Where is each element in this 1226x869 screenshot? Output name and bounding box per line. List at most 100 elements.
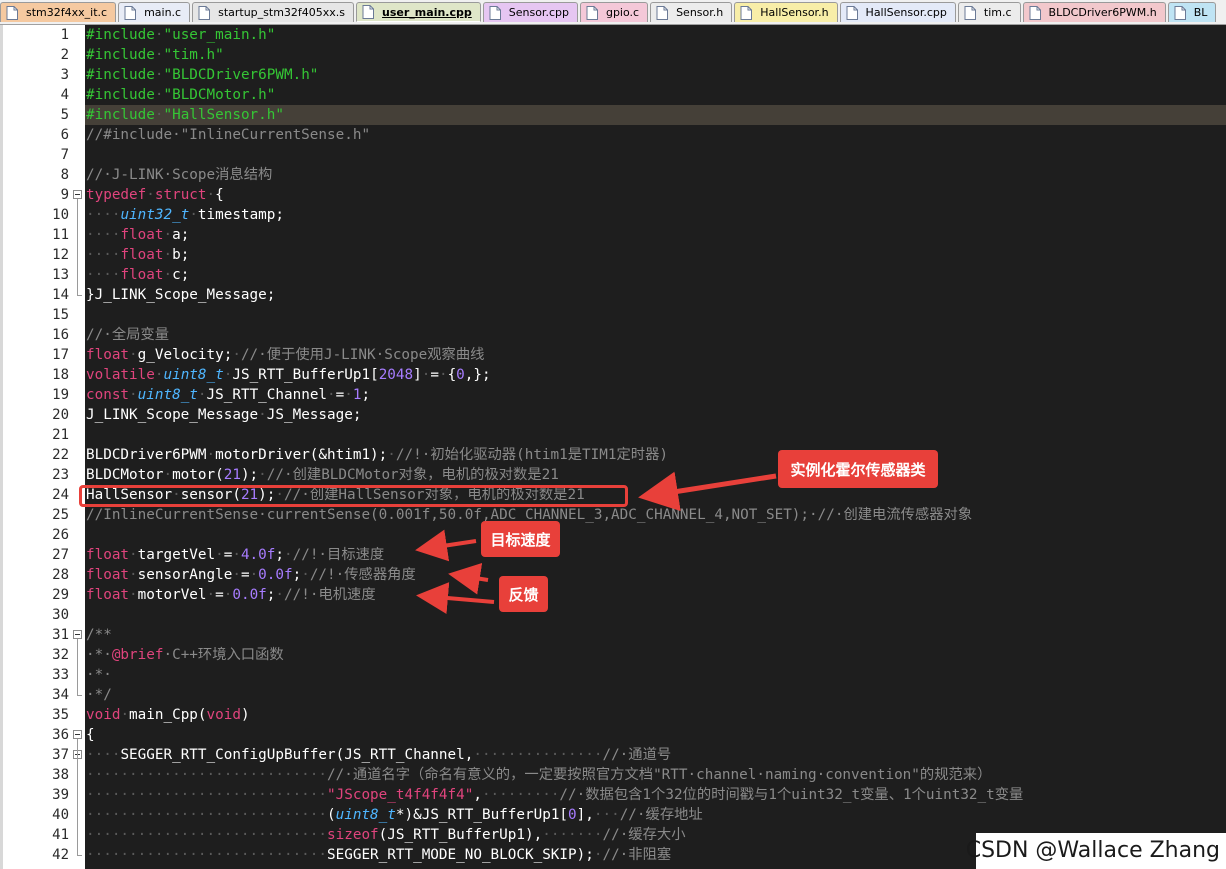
code-token: "tim.h"	[163, 47, 224, 63]
code-token: motorVel	[137, 587, 207, 603]
tab-tim-c[interactable]: tim.c	[957, 2, 1021, 22]
tab-label: Sensor.cpp	[508, 6, 569, 19]
line-text: ····float·b;	[86, 245, 189, 265]
code-line[interactable]: 34 ·*/	[0, 685, 1226, 705]
tab-startup-stm32f405xx-s[interactable]: startup_stm32f405xx.s	[192, 2, 355, 22]
line-number: 38	[52, 767, 69, 783]
code-token: JS_Message;	[266, 407, 362, 423]
line-text: #include·"user_main.h"	[86, 25, 275, 45]
tab-hallsensor-cpp[interactable]: HallSensor.cpp	[839, 2, 956, 22]
tab-main-c[interactable]: main.c	[118, 2, 191, 22]
code-line[interactable]: 6 //#include·"InlineCurrentSense.h"	[0, 125, 1226, 145]
code-token: ····························	[86, 807, 328, 823]
tab-bl[interactable]: BL	[1167, 2, 1217, 22]
code-token: ·*·	[86, 647, 112, 663]
code-token: targetVel	[137, 547, 216, 563]
code-token: {	[86, 727, 95, 743]
code-line[interactable]: 29 float·motorVel·=·0.0f;·//!·电机速度	[0, 585, 1226, 605]
code-line[interactable]: 27 float·targetVel·=·4.0f;·//!·目标速度	[0, 545, 1226, 565]
code-line[interactable]: 10 ····uint32_t·timestamp;	[0, 205, 1226, 225]
code-line[interactable]: 33 ·*·	[0, 665, 1226, 685]
code-line[interactable]: 15	[0, 305, 1226, 325]
code-token: SEGGER_RTT_ConfigUpBuffer(JS_RTT_Channel…	[120, 747, 474, 763]
code-line[interactable]: 3 #include·"BLDCDriver6PWM.h"	[0, 65, 1226, 85]
code-token: //!·电机速度	[284, 587, 376, 603]
line-number: 8	[60, 167, 69, 183]
code-token: typedef	[86, 187, 147, 203]
code-line[interactable]: 22 BLDCDriver6PWM·motorDriver(&htim1);·//…	[0, 445, 1226, 465]
code-line[interactable]: 31 /**	[0, 625, 1226, 645]
code-line[interactable]: 12 ····float·b;	[0, 245, 1226, 265]
code-line[interactable]: 35 void·main_Cpp(void)	[0, 705, 1226, 725]
code-line[interactable]: 32 ·*·@brief·C++环境入口函数	[0, 645, 1226, 665]
code-line[interactable]: 8 //·J-LINK·Scope消息结构	[0, 165, 1226, 185]
code-line[interactable]: 11 ····float·a;	[0, 225, 1226, 245]
code-line[interactable]: 26	[0, 525, 1226, 545]
tab-sensor-cpp[interactable]: Sensor.cpp	[482, 2, 578, 22]
code-token: "BLDCMotor.h"	[163, 87, 276, 103]
code-line[interactable]: 16 //·全局变量	[0, 325, 1226, 345]
line-number: 1	[60, 27, 69, 43]
tab-label: user_main.cpp	[382, 5, 472, 19]
code-token: ;	[361, 387, 371, 403]
tab-user-main-cpp[interactable]: user_main.cpp	[356, 2, 481, 22]
code-token: )	[240, 707, 250, 723]
code-token: ····························	[86, 787, 328, 803]
code-token: ····	[86, 227, 121, 243]
code-line[interactable]: 1 #include·"user_main.h"	[0, 25, 1226, 45]
code-line[interactable]: 5 #include·"HallSensor.h"	[0, 105, 1226, 125]
code-line[interactable]: 13 ····float·c;	[0, 265, 1226, 285]
file-icon	[489, 5, 501, 20]
fold-toggle-icon[interactable]	[73, 630, 82, 639]
code-line[interactable]: 37 ····SEGGER_RTT_ConfigUpBuffer(JS_RTT_C…	[0, 745, 1226, 765]
fold-toggle-icon[interactable]	[73, 190, 82, 199]
code-line[interactable]: 36 {	[0, 725, 1226, 745]
fold-toggle-icon[interactable]	[73, 730, 82, 739]
code-token: ···	[593, 807, 620, 823]
code-token: ]	[413, 367, 422, 383]
code-line[interactable]: 7	[0, 145, 1226, 165]
tab-stm32f4xx-it-c[interactable]: stm32f4xx_it.c	[0, 2, 117, 22]
code-token: {	[447, 367, 457, 383]
code-line[interactable]: 14}J_LINK_Scope_Message;	[0, 285, 1226, 305]
line-text: ·*/	[86, 685, 112, 705]
code-token: ,};	[464, 367, 491, 383]
code-token: "BLDCDriver6PWM.h"	[163, 67, 319, 83]
code-line[interactable]: 9 typedef·struct·{	[0, 185, 1226, 205]
code-token: ·	[232, 567, 241, 583]
code-line[interactable]: 30	[0, 605, 1226, 625]
tab-label: Sensor.h	[676, 6, 724, 19]
tab-hallsensor-h[interactable]: HallSensor.h	[734, 2, 838, 22]
code-line[interactable]: 17 float·g_Velocity;·//·便于使用J-LINK·Scope观…	[0, 345, 1226, 365]
code-token: SEGGER_RTT_MODE_NO_BLOCK_SKIP);	[327, 847, 594, 863]
code-token: //·缓存地址	[619, 807, 703, 823]
fold-guide-end	[77, 855, 82, 856]
code-line[interactable]: 21	[0, 425, 1226, 445]
fold-guide-end	[77, 295, 82, 296]
line-number: 34	[52, 687, 69, 703]
code-line[interactable]: 23 BLDCMotor·motor(21);·//·创建BLDCMotor对象，…	[0, 465, 1226, 485]
line-number: 30	[52, 607, 69, 623]
code-line[interactable]: 4 #include·"BLDCMotor.h"	[0, 85, 1226, 105]
code-editor[interactable]: 1 #include·"user_main.h" 2 #include·"tim.h"…	[0, 25, 1226, 869]
code-line[interactable]: 39 ····························"JScope_t4…	[0, 785, 1226, 805]
code-line[interactable]: 40 ····························(uint8_t*)…	[0, 805, 1226, 825]
code-token: ·	[189, 207, 198, 223]
code-line[interactable]: 20 J_LINK_Scope_Message·JS_Message;	[0, 405, 1226, 425]
code-token: ;	[275, 547, 284, 563]
code-line[interactable]: 19 const·uint8_t·JS_RTT_Channel·=·1;	[0, 385, 1226, 405]
tab-bldcdriver6pwm-h[interactable]: BLDCDriver6PWM.h	[1022, 2, 1166, 22]
code-token: float	[120, 227, 164, 243]
line-number: 42	[52, 847, 69, 863]
code-token: ·	[163, 247, 173, 263]
code-line[interactable]: 25//InlineCurrentSense·currentSense(0.00…	[0, 505, 1226, 525]
code-line[interactable]: 2 #include·"tim.h"	[0, 45, 1226, 65]
code-token: BLDCMotor	[86, 467, 164, 483]
tab-sensor-h[interactable]: Sensor.h	[650, 2, 733, 22]
tab-gpio-c[interactable]: gpio.c	[579, 2, 649, 22]
code-line[interactable]: 38 ····························//·通道名字（命名…	[0, 765, 1226, 785]
code-line[interactable]: 28 float·sensorAngle·=·0.0f;·//!·传感器角度	[0, 565, 1226, 585]
code-token: =	[335, 387, 345, 403]
code-line[interactable]: 18 volatile·uint8_t·JS_RTT_BufferUp1[2048…	[0, 365, 1226, 385]
code-token: //·J-LINK·Scope消息结构	[86, 167, 273, 183]
